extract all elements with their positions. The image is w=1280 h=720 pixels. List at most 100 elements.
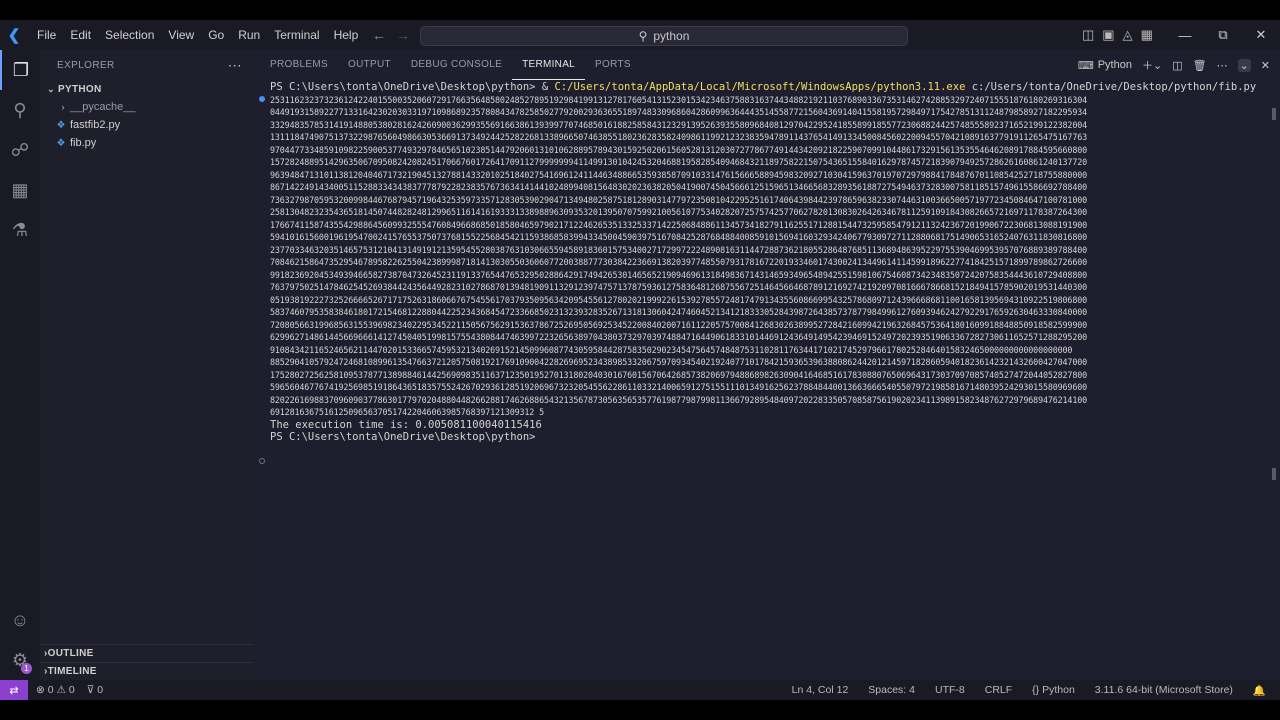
language-label: Python xyxy=(1042,684,1075,696)
source-control-icon[interactable]: ☍ xyxy=(0,130,40,170)
tab-debug-console[interactable]: DEBUG CONSOLE xyxy=(401,50,512,80)
toggle-panel-icon[interactable]: ▣ xyxy=(1102,27,1114,43)
testing-icon[interactable]: ⚗ xyxy=(0,210,40,250)
account-icon[interactable]: ☺ xyxy=(0,600,40,640)
amp: & xyxy=(541,81,555,93)
problems-status[interactable]: ⊗ 0 ⚠ 0 xyxy=(36,684,75,696)
encoding[interactable]: UTF-8 xyxy=(935,684,965,696)
output-line: 9918236920453493946658273870473264523119… xyxy=(270,269,1087,280)
scrollbar-thumb[interactable] xyxy=(1272,108,1276,120)
port-count: 0 xyxy=(97,684,104,696)
tab-terminal[interactable]: TERMINAL xyxy=(512,50,586,80)
remote-icon[interactable]: ⇄ xyxy=(0,680,28,700)
output-line: 1311184749075137322987656049866305366913… xyxy=(270,132,1087,142)
timeline-section[interactable]: › TIMELINE xyxy=(40,662,254,680)
python-file-icon: ❖ xyxy=(56,119,66,131)
terminal-icon: ⌨ xyxy=(1077,59,1094,72)
menu-view[interactable]: View xyxy=(161,20,201,50)
settings-badge: 1 xyxy=(21,663,32,674)
minimize-button[interactable]: — xyxy=(1166,20,1204,50)
output-line: 2531162323732361242240155003520607291766… xyxy=(270,94,1087,105)
menu-edit[interactable]: Edit xyxy=(63,20,98,50)
forward-arrow-icon[interactable]: → xyxy=(396,27,410,43)
status-bar: ⇄ ⊗ 0 ⚠ 0 ⊽ 0 Ln 4, Col 12 Spaces: 4 UTF… xyxy=(0,680,1280,700)
close-window-button[interactable]: ✕ xyxy=(1242,20,1280,50)
menu-help[interactable]: Help xyxy=(327,20,366,50)
split-terminal-icon[interactable]: ◫ xyxy=(1172,59,1182,72)
back-arrow-icon[interactable]: ← xyxy=(372,27,386,43)
command-line: PS C:\Users\tonta\OneDrive\Desktop\pytho… xyxy=(270,81,1268,94)
script-path: c:/Users/tonta/OneDrive/Desktop/python/f… xyxy=(965,81,1257,93)
exec-time-line: The execution time is: 0.005081100040115… xyxy=(270,418,542,431)
chevron-right-icon: › xyxy=(61,102,65,112)
timeline-label: TIMELINE xyxy=(47,666,97,677)
window-controls: — ⧉ ✕ xyxy=(1166,20,1280,50)
menu-file[interactable]: File xyxy=(30,20,63,50)
tree-item-label: fastfib2.py xyxy=(70,119,121,131)
menu-selection[interactable]: Selection xyxy=(98,20,161,50)
menu-go[interactable]: Go xyxy=(201,20,231,50)
output-line: 7637975025147846254526938442435644928231… xyxy=(270,282,1087,292)
output-line: 5941016156001961954700241576553750737681… xyxy=(270,232,1087,242)
scrollbar-marker xyxy=(1272,468,1276,480)
explorer-icon[interactable]: ❐ xyxy=(0,50,40,90)
output-line: 7208056631996856315539698234022953452211… xyxy=(270,319,1087,330)
toggle-secondary-sidebar-icon[interactable]: ◬ xyxy=(1123,27,1133,43)
terminal-name: Python xyxy=(1097,59,1132,71)
more-actions-icon[interactable]: ⋯ xyxy=(228,57,242,74)
fibonacci-output: 2531162323732361242240155003520607291766… xyxy=(270,94,1268,419)
menu-bar: File Edit Selection View Go Run Terminal Help xyxy=(30,20,365,50)
output-line: 0449193158922771331642302030331971098689… xyxy=(270,107,1087,117)
command-center-search[interactable]: ⚲ python xyxy=(420,26,908,46)
more-actions-icon[interactable]: ⋯ xyxy=(1217,59,1228,72)
extensions-icon[interactable]: ▦ xyxy=(0,170,40,210)
output-line: 5965604677674192569851918643651835755242… xyxy=(270,382,1087,392)
explorer-header: EXPLORER ⋯ xyxy=(40,50,254,80)
output-line: 1752802725625810953787713898846144256909… xyxy=(270,369,1087,380)
folder-root[interactable]: ⌄ PYTHON xyxy=(40,80,254,98)
close-panel-icon[interactable]: ✕ xyxy=(1261,59,1270,72)
menu-terminal[interactable]: Terminal xyxy=(267,20,326,50)
output-line: 8852904105792472468108996135476637212057… xyxy=(270,357,1087,367)
menu-run[interactable]: Run xyxy=(231,20,267,50)
customize-layout-icon[interactable]: ▦ xyxy=(1141,27,1153,43)
tab-output[interactable]: OUTPUT xyxy=(338,50,401,80)
outline-section[interactable]: › OUTLINE xyxy=(40,644,254,662)
search-icon: ⚲ xyxy=(638,29,648,43)
vscode-window: ❮ File Edit Selection View Go Run Terminal Help… xyxy=(0,20,1280,700)
layout-controls: ◫ ▣ ◬ ▦ xyxy=(1082,20,1153,50)
tab-ports[interactable]: PORTS xyxy=(585,50,641,80)
status-right: Ln 4, Col 12 Spaces: 4 UTF-8 CRLF {} Pyt… xyxy=(792,680,1266,700)
activity-bar: ❐ ⚲ ☍ ▦ ⚗ ☺ ⚙ 1 xyxy=(0,50,40,680)
terminal-output[interactable]: PS C:\Users\tonta\OneDrive\Desktop\pytho… xyxy=(259,81,1268,464)
line-ending[interactable]: CRLF xyxy=(985,684,1012,696)
settings-gear-icon[interactable]: ⚙ 1 xyxy=(0,640,40,680)
search-view-icon[interactable]: ⚲ xyxy=(0,90,40,130)
output-line: 9639484713101138120404671732190451327881… xyxy=(270,169,1087,180)
restore-button[interactable]: ⧉ xyxy=(1204,20,1242,50)
ports-status[interactable]: ⊽ 0 xyxy=(87,684,103,696)
output-line: 0519381922273252666652671717526318606676… xyxy=(270,294,1087,305)
tab-problems[interactable]: PROBLEMS xyxy=(260,50,338,80)
kill-terminal-icon[interactable]: 🗑 xyxy=(1193,59,1207,72)
tree-item-label: fib.py xyxy=(70,137,97,149)
tree-item-fastfib2[interactable]: ❖ fastfib2.py xyxy=(40,116,254,134)
explorer-title: EXPLORER xyxy=(57,59,115,71)
title-bar: ❮ File Edit Selection View Go Run Terminal Help… xyxy=(0,20,1280,50)
folder-root-label: PYTHON xyxy=(58,83,102,95)
tree-item-pycache[interactable]: › __pycache__ xyxy=(40,98,254,116)
language-mode[interactable]: {} Python xyxy=(1032,684,1075,696)
maximize-panel-icon[interactable]: ⌄ xyxy=(1237,58,1251,72)
output-line: 1572824889514296350670950824208245170667… xyxy=(270,157,1087,167)
terminal-selector[interactable]: ⌨ Python xyxy=(1078,59,1132,72)
toggle-primary-sidebar-icon[interactable]: ◫ xyxy=(1082,27,1094,43)
tree-item-fib[interactable]: ❖ fib.py xyxy=(40,134,254,152)
output-line: 9704477334859109822590053774932978465651… xyxy=(270,144,1087,155)
output-line: 6912816367516125096563705174220460639857… xyxy=(270,407,544,417)
python-interpreter[interactable]: 3.11.6 64-bit (Microsoft Store) xyxy=(1095,684,1233,696)
prompt: PS C:\Users\tonta\OneDrive\Desktop\pytho… xyxy=(270,81,542,93)
cursor-position[interactable]: Ln 4, Col 12 xyxy=(792,684,849,696)
indentation[interactable]: Spaces: 4 xyxy=(868,684,915,696)
notifications-bell-icon[interactable]: 🔔 xyxy=(1253,684,1266,697)
new-terminal-icon[interactable]: ＋⌄ xyxy=(1142,57,1162,73)
